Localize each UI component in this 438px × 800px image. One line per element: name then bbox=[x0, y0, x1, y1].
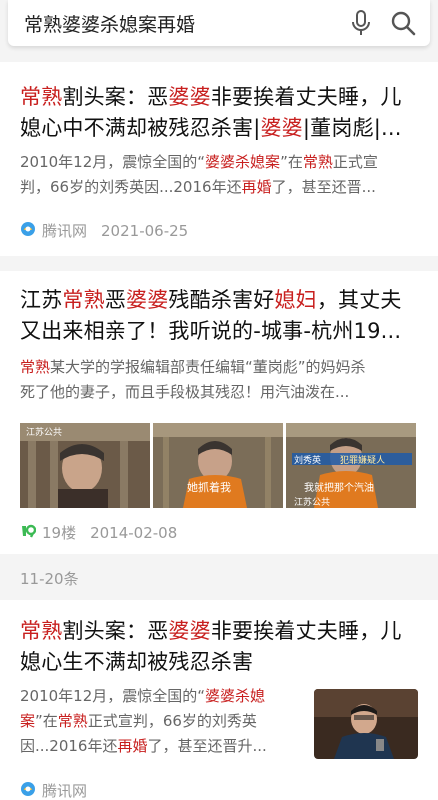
result-date: 2014-02-08 bbox=[90, 523, 178, 542]
result-meta: 19楼 2014-02-08 bbox=[20, 522, 177, 543]
news-thumbnail[interactable]: 江苏公共 bbox=[20, 423, 150, 508]
snippet-highlight: 常熟 bbox=[57, 712, 88, 730]
snippet-highlight: 常熟 bbox=[20, 358, 51, 376]
thumb-caption: 刘秀英 bbox=[294, 456, 322, 466]
result-source[interactable]: 腾讯网 bbox=[42, 780, 87, 800]
thumb-caption: 她抓着我 bbox=[187, 481, 231, 494]
result-title[interactable]: 常熟割头案：恶婆婆非要挨着丈夫睡，儿 媳心生不满却被残忍杀害 bbox=[20, 616, 420, 678]
tencent-news-icon bbox=[20, 221, 36, 241]
news-thumbnail[interactable] bbox=[314, 689, 418, 759]
snippet-highlight: 婆婆杀媳案 bbox=[205, 153, 281, 171]
result-meta: 腾讯网 bbox=[20, 780, 87, 800]
title-highlight: 婆婆 bbox=[168, 85, 211, 109]
snippet-text: 2010年12月，震惊全国的“ bbox=[20, 153, 206, 171]
snippet-highlight: 案 bbox=[20, 712, 36, 730]
news-thumbnail[interactable]: 她抓着我 bbox=[153, 423, 283, 508]
result-date: 2021-06-25 bbox=[101, 221, 189, 240]
title-text: |董岗彪|... bbox=[302, 116, 402, 140]
snippet-highlight: 婆婆杀媳 bbox=[205, 687, 266, 705]
title-text: 又出来相亲了！我听说的-城事-杭州19... bbox=[20, 319, 402, 343]
search-icon[interactable] bbox=[388, 8, 418, 38]
result-range-label: 11-20条 bbox=[20, 570, 79, 588]
title-text: 残酷杀害好 bbox=[168, 288, 275, 312]
title-text: 媳心中不满却被残忍杀害| bbox=[20, 116, 261, 140]
title-text: ，其丈夫 bbox=[316, 288, 402, 312]
title-text: 割头案：恶 bbox=[62, 619, 169, 643]
title-highlight: 媳妇 bbox=[274, 288, 317, 312]
snippet-text: 正式宣判，66岁的刘秀英 bbox=[87, 712, 257, 730]
title-highlight: 婆婆 bbox=[126, 288, 169, 312]
result-source[interactable]: 19楼 bbox=[42, 522, 76, 543]
thumb-caption: 犯罪嫌疑人 bbox=[340, 456, 386, 466]
tencent-news-icon bbox=[20, 781, 36, 800]
microphone-icon[interactable] bbox=[346, 8, 376, 38]
snippet-text: 正式宣 bbox=[332, 153, 378, 171]
result-title[interactable]: 常熟割头案：恶婆婆非要挨着丈夫睡，儿 媳心中不满却被残忍杀害|婆婆|董岗彪|..… bbox=[20, 82, 420, 144]
thumb-caption: 江苏公共 bbox=[26, 428, 63, 438]
thumb-caption: 江苏公共 bbox=[294, 498, 331, 508]
news-thumbnail[interactable]: 刘秀英 犯罪嫌疑人 我就把那个汽油 江苏公共 bbox=[286, 423, 416, 508]
snippet-highlight: 常熟 bbox=[302, 153, 333, 171]
snippet-text: ”在 bbox=[35, 712, 58, 730]
result-card[interactable]: 江苏常熟恶婆婆残酷杀害好媳妇，其丈夫 又出来相亲了！我听说的-城事-杭州19..… bbox=[0, 271, 438, 554]
title-highlight: 常熟 bbox=[20, 85, 63, 109]
search-input[interactable] bbox=[24, 12, 334, 34]
snippet-highlight: 再婚 bbox=[241, 178, 272, 196]
snippet-text: 了，甚至还晋... bbox=[271, 178, 376, 196]
title-text: 非要挨着丈夫睡，儿 bbox=[210, 619, 402, 643]
snippet-text: 了，甚至还晋升... bbox=[147, 737, 267, 755]
snippet-text: 因...2016年还 bbox=[20, 737, 118, 755]
title-highlight: 常熟 bbox=[62, 288, 105, 312]
snippet-text: 死了他的妻子，而且手段极其残忍！用汽油泼在... bbox=[20, 383, 350, 401]
title-highlight: 婆婆 bbox=[168, 619, 211, 643]
result-snippet: 2010年12月，震惊全国的“婆婆杀媳 案”在常熟正式宣判，66岁的刘秀英 因.… bbox=[20, 684, 302, 759]
title-text: 割头案：恶 bbox=[62, 85, 169, 109]
thumbnail-strip[interactable]: 江苏公共 她抓着我 刘秀英 犯罪嫌疑人 我就把那个汽油 江苏公共 bbox=[20, 423, 416, 508]
snippet-text: ”在 bbox=[280, 153, 303, 171]
title-text: 恶 bbox=[104, 288, 127, 312]
result-title[interactable]: 江苏常熟恶婆婆残酷杀害好媳妇，其丈夫 又出来相亲了！我听说的-城事-杭州19..… bbox=[20, 285, 420, 347]
title-text: 非要挨着丈夫睡，儿 bbox=[210, 85, 402, 109]
title-highlight: 婆婆 bbox=[260, 116, 303, 140]
thumb-caption: 我就把那个汽油 bbox=[304, 483, 374, 494]
snippet-text: 判，66岁的刘秀英因...2016年还 bbox=[20, 178, 242, 196]
result-snippet: 2010年12月，震惊全国的“婆婆杀媳案”在常熟正式宣 判，66岁的刘秀英因..… bbox=[20, 150, 420, 200]
result-card[interactable]: 常熟割头案：恶婆婆非要挨着丈夫睡，儿 媳心中不满却被残忍杀害|婆婆|董岗彪|..… bbox=[0, 62, 438, 256]
title-text: 媳心生不满却被残忍杀害 bbox=[20, 650, 254, 674]
19lou-icon bbox=[20, 523, 37, 543]
title-text: 江苏 bbox=[20, 288, 63, 312]
snippet-highlight: 再婚 bbox=[117, 737, 148, 755]
search-bar bbox=[8, 0, 430, 46]
title-highlight: 常熟 bbox=[20, 619, 63, 643]
result-card[interactable]: 常熟割头案：恶婆婆非要挨着丈夫睡，儿 媳心生不满却被残忍杀害 2010年12月，… bbox=[0, 600, 438, 800]
snippet-text: 2010年12月，震惊全国的“ bbox=[20, 687, 206, 705]
result-snippet: 常熟某大学的学报编辑部责任编辑“董岗彪”的妈妈杀 死了他的妻子，而且手段极其残忍… bbox=[20, 355, 420, 405]
result-meta: 腾讯网 2021-06-25 bbox=[20, 220, 188, 241]
snippet-text: 某大学的学报编辑部责任编辑“董岗彪”的妈妈杀 bbox=[50, 358, 366, 376]
result-source[interactable]: 腾讯网 bbox=[42, 220, 87, 241]
